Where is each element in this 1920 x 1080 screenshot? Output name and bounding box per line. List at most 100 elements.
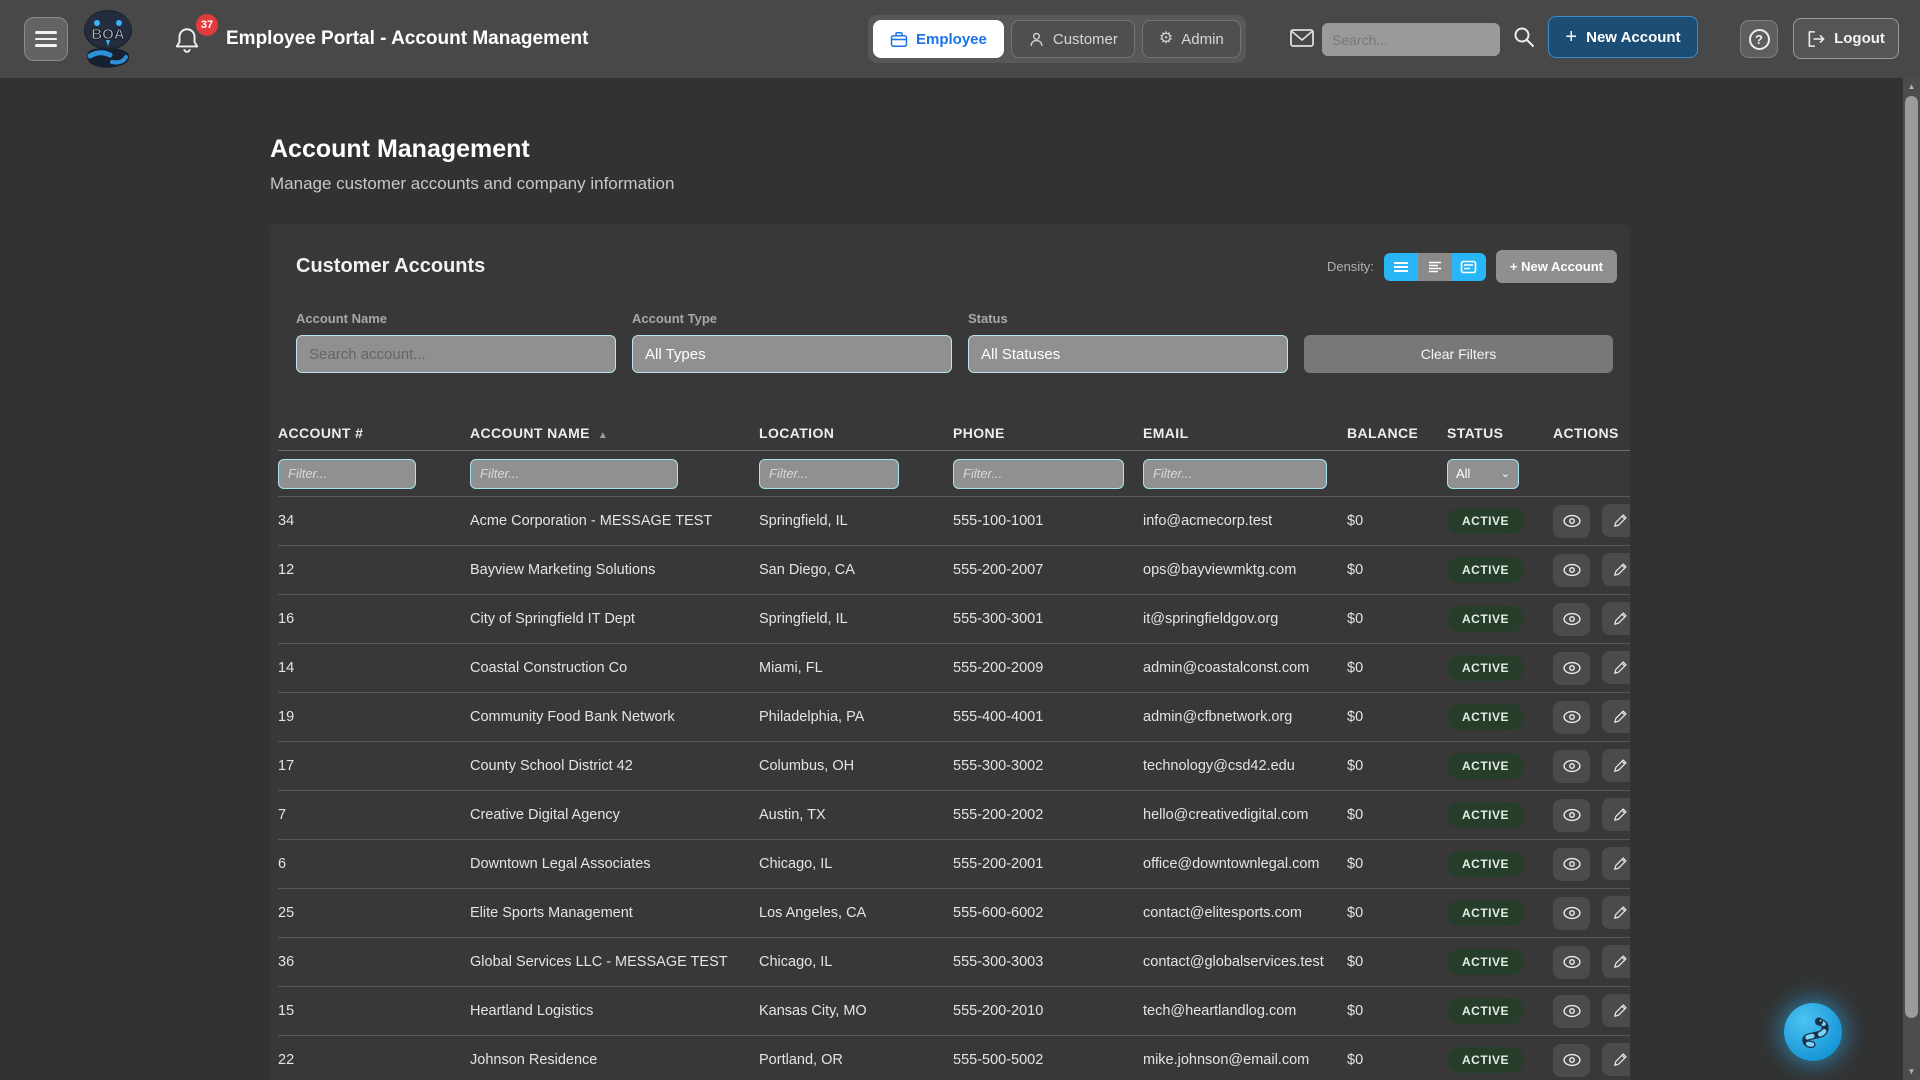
cell-email: tech@heartlandlog.com (1143, 1003, 1347, 1019)
view-account-button[interactable] (1553, 995, 1590, 1028)
view-account-button[interactable] (1553, 701, 1590, 734)
cell-account-number: 34 (278, 513, 470, 529)
global-search-input[interactable] (1322, 23, 1500, 56)
cell-location: Springfield, IL (759, 513, 953, 529)
column-header-account-number[interactable]: ACCOUNT # (278, 425, 470, 441)
view-account-button[interactable] (1553, 603, 1590, 636)
density-comfortable-button[interactable] (1452, 253, 1486, 281)
tab-employee[interactable]: Employee (873, 20, 1004, 58)
filter-account-name: Account Name (296, 311, 616, 373)
eye-icon (1562, 856, 1582, 872)
table-row: 7 Creative Digital Agency Austin, TX 555… (278, 791, 1630, 840)
scrollbar-up-arrow[interactable]: ▲ (1903, 78, 1920, 95)
cell-location: Portland, OR (759, 1052, 953, 1068)
table-row: 15 Heartland Logistics Kansas City, MO 5… (278, 987, 1630, 1036)
search-button[interactable] (1512, 25, 1536, 54)
status-badge: ACTIVE (1447, 753, 1524, 779)
account-type-select[interactable]: All Types (632, 335, 952, 373)
hamburger-menu-button[interactable] (24, 17, 68, 61)
help-button[interactable]: ? (1740, 20, 1778, 58)
edit-account-button[interactable] (1602, 651, 1630, 684)
density-standard-button[interactable] (1418, 253, 1452, 281)
view-account-button[interactable] (1553, 505, 1590, 538)
edit-account-button[interactable] (1602, 749, 1630, 782)
column-header-location[interactable]: LOCATION (759, 425, 953, 441)
account-name-column-filter[interactable] (470, 459, 678, 489)
edit-account-button[interactable] (1602, 945, 1630, 978)
cell-balance: $0 (1347, 807, 1447, 823)
new-account-button-top[interactable]: + New Account (1548, 16, 1698, 58)
cell-email: contact@elitesports.com (1143, 905, 1347, 921)
density-compact-button[interactable] (1384, 253, 1418, 281)
view-account-button[interactable] (1553, 652, 1590, 685)
status-column-filter-select[interactable]: All ⌄ (1447, 459, 1519, 489)
cell-balance: $0 (1347, 709, 1447, 725)
edit-account-button[interactable] (1602, 896, 1630, 929)
scrollbar-thumb[interactable] (1905, 96, 1918, 1018)
edit-account-button[interactable] (1602, 504, 1630, 537)
view-account-button[interactable] (1553, 750, 1590, 783)
plus-icon: + (1565, 26, 1577, 49)
table-header-row: ACCOUNT # ACCOUNT NAME▲ LOCATION PHONE E… (278, 415, 1630, 451)
person-icon (1028, 31, 1045, 48)
view-account-button[interactable] (1553, 897, 1590, 930)
account-number-column-filter[interactable] (278, 459, 416, 489)
view-account-button[interactable] (1553, 554, 1590, 587)
page-scrollbar[interactable]: ▲ ▼ (1903, 78, 1920, 1080)
email-column-filter[interactable] (1143, 459, 1327, 489)
view-account-button[interactable] (1553, 1044, 1590, 1077)
cell-balance: $0 (1347, 758, 1447, 774)
location-column-filter[interactable] (759, 459, 899, 489)
column-header-balance[interactable]: BALANCE (1347, 425, 1447, 441)
cell-actions (1553, 847, 1630, 881)
eye-icon (1562, 513, 1582, 529)
pencil-icon (1612, 708, 1629, 725)
new-account-button-panel[interactable]: + New Account (1496, 250, 1617, 283)
status-select[interactable]: All Statuses (968, 335, 1288, 373)
status-badge: ACTIVE (1447, 655, 1524, 681)
assistant-fab-button[interactable] (1784, 1003, 1842, 1061)
view-account-button[interactable] (1553, 799, 1590, 832)
view-account-button[interactable] (1553, 848, 1590, 881)
tab-customer[interactable]: Customer (1011, 20, 1135, 58)
column-header-phone[interactable]: PHONE (953, 425, 1143, 441)
edit-account-button[interactable] (1602, 798, 1630, 831)
notifications[interactable]: 37 (172, 14, 218, 64)
logout-button[interactable]: Logout (1793, 18, 1899, 59)
eye-icon (1562, 709, 1582, 725)
column-header-email[interactable]: EMAIL (1143, 425, 1347, 441)
column-header-status[interactable]: STATUS (1447, 425, 1553, 441)
notification-count-badge: 37 (196, 14, 218, 36)
density-compact-icon (1393, 260, 1409, 274)
cell-phone: 555-200-2009 (953, 660, 1143, 676)
cell-location: Chicago, IL (759, 954, 953, 970)
phone-column-filter[interactable] (953, 459, 1124, 489)
edit-account-button[interactable] (1602, 553, 1630, 586)
customer-accounts-panel: Customer Accounts Density: (270, 224, 1630, 1080)
new-account-label: New Account (1586, 29, 1680, 46)
table-row: 17 County School District 42 Columbus, O… (278, 742, 1630, 791)
cell-email: mike.johnson@email.com (1143, 1052, 1347, 1068)
cell-account-number: 22 (278, 1052, 470, 1068)
scrollbar-down-arrow[interactable]: ▼ (1903, 1063, 1920, 1080)
cell-location: San Diego, CA (759, 562, 953, 578)
cell-balance: $0 (1347, 611, 1447, 627)
column-header-account-name[interactable]: ACCOUNT NAME▲ (470, 425, 759, 441)
edit-account-button[interactable] (1602, 1043, 1630, 1076)
view-account-button[interactable] (1553, 946, 1590, 979)
account-name-filter-input[interactable] (296, 335, 616, 373)
status-badge: ACTIVE (1447, 508, 1524, 534)
edit-account-button[interactable] (1602, 700, 1630, 733)
tab-admin[interactable]: ⚙ Admin (1142, 20, 1241, 58)
pencil-icon (1612, 953, 1629, 970)
cell-email: admin@cfbnetwork.org (1143, 709, 1347, 725)
clear-filters-button[interactable]: Clear Filters (1304, 335, 1613, 373)
cell-account-name: Elite Sports Management (470, 905, 759, 921)
edit-account-button[interactable] (1602, 847, 1630, 880)
cell-account-name: Global Services LLC - MESSAGE TEST (470, 954, 759, 970)
portal-title: Employee Portal - Account Management (226, 0, 588, 78)
mail-button[interactable] (1289, 26, 1315, 55)
edit-account-button[interactable] (1602, 602, 1630, 635)
edit-account-button[interactable] (1602, 994, 1630, 1027)
page-subtitle: Manage customer accounts and company inf… (270, 174, 1903, 194)
